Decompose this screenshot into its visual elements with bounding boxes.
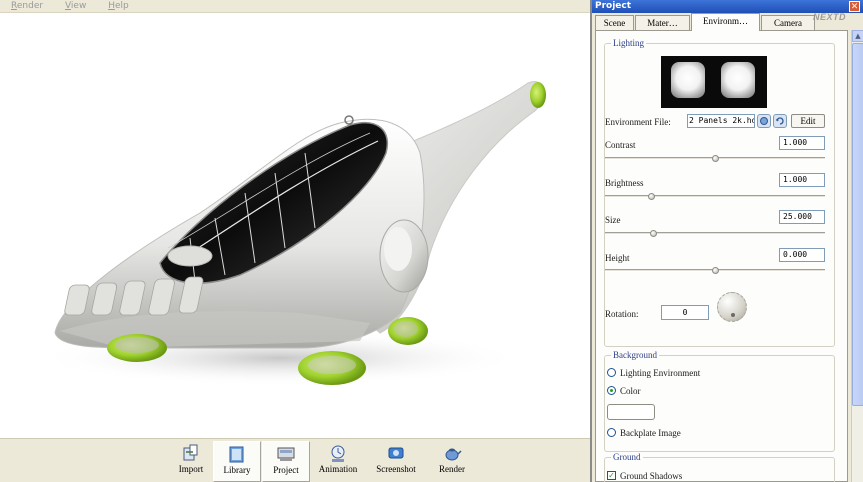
height-slider-knob[interactable] bbox=[712, 267, 719, 274]
lighting-environment-label: Lighting Environment bbox=[620, 368, 701, 378]
edit-environment-button[interactable]: Edit bbox=[791, 114, 825, 128]
tab-materials[interactable]: Mater… bbox=[635, 15, 690, 30]
light-panel-left bbox=[671, 62, 705, 98]
animation-icon bbox=[331, 445, 345, 462]
ground-shadows-checkbox[interactable]: ✓ bbox=[607, 471, 616, 480]
reload-environment-button[interactable] bbox=[773, 114, 787, 128]
size-slider-knob[interactable] bbox=[650, 230, 658, 237]
project-button[interactable]: Project bbox=[262, 441, 310, 482]
library-button[interactable]: Library bbox=[213, 441, 261, 482]
environment-preview bbox=[661, 56, 767, 108]
color-label: Color bbox=[620, 386, 641, 396]
tab-scene-label: Scene bbox=[603, 18, 626, 28]
environment-file-value: 2 Panels 2k.hdr bbox=[689, 116, 755, 125]
animation-button[interactable]: Animation bbox=[314, 441, 362, 482]
import-label: Import bbox=[178, 464, 204, 474]
height-label: Height bbox=[605, 253, 630, 263]
rotation-dial-marker bbox=[731, 313, 735, 317]
background-color-swatch[interactable] bbox=[607, 404, 655, 420]
import-button[interactable]: Import bbox=[167, 441, 215, 482]
contrast-label: Contrast bbox=[605, 140, 636, 150]
watermark-text: NEXTD bbox=[813, 12, 847, 22]
rotation-dial[interactable] bbox=[717, 292, 747, 322]
environment-file-label: Environment File: bbox=[605, 117, 671, 127]
bottom-toolbar: Import Library Project Animation Screens… bbox=[0, 438, 590, 482]
library-icon bbox=[229, 446, 244, 463]
teapot-icon bbox=[445, 448, 462, 461]
rotation-label: Rotation: bbox=[605, 309, 639, 319]
ground-group: Ground ✓ Ground Shadows bbox=[604, 452, 835, 482]
background-group-title: Background bbox=[611, 350, 659, 360]
size-value: 25.000 bbox=[783, 212, 812, 221]
tab-scene[interactable]: Scene bbox=[595, 15, 634, 30]
panel-scrollbar[interactable]: ▲ bbox=[851, 30, 863, 482]
render-label: Render bbox=[439, 464, 465, 474]
screenshot-icon bbox=[388, 447, 404, 459]
environment-file-field[interactable]: 2 Panels 2k.hdr bbox=[687, 114, 755, 128]
lighting-group: Lighting Environment File: 2 Panels 2k.h… bbox=[604, 38, 835, 347]
scroll-thumb[interactable] bbox=[852, 43, 863, 406]
panel-tabs: Scene Mater… Environm… Camera NEXTD bbox=[595, 12, 855, 31]
panel-title: Project bbox=[595, 1, 632, 11]
brightness-slider-knob[interactable] bbox=[648, 193, 656, 200]
contrast-slider[interactable] bbox=[605, 155, 825, 162]
tab-camera[interactable]: Camera bbox=[761, 15, 815, 30]
radio-lighting-environment[interactable] bbox=[607, 368, 616, 377]
watermark-logo: NEXTD bbox=[813, 12, 863, 30]
height-value: 0.000 bbox=[783, 250, 808, 259]
screenshot-button[interactable]: Screenshot bbox=[372, 441, 420, 482]
contrast-slider-knob[interactable] bbox=[712, 155, 719, 162]
rotation-value: 0 bbox=[682, 308, 688, 317]
brightness-value: 1.000 bbox=[783, 175, 808, 184]
rendered-vehicle-image bbox=[35, 81, 546, 386]
brightness-input[interactable]: 1.000 bbox=[779, 173, 825, 187]
size-input[interactable]: 25.000 bbox=[779, 210, 825, 224]
lighting-group-title: Lighting bbox=[611, 38, 646, 48]
environment-tab-body: Lighting Environment File: 2 Panels 2k.h… bbox=[595, 30, 848, 482]
project-panel: Project ✕ Scene Mater… Environm… Camera … bbox=[590, 0, 863, 482]
size-slider[interactable] bbox=[605, 230, 825, 237]
close-button[interactable]: ✕ bbox=[849, 1, 860, 12]
menu-bar: Render View Help bbox=[0, 0, 590, 13]
height-slider[interactable] bbox=[605, 267, 825, 274]
project-label: Project bbox=[273, 465, 299, 475]
edit-button-label: Edit bbox=[800, 116, 816, 126]
contrast-value: 1.000 bbox=[783, 138, 808, 147]
radio-backplate-image[interactable] bbox=[607, 428, 616, 437]
render-viewport[interactable] bbox=[0, 13, 590, 440]
ground-shadows-label: Ground Shadows bbox=[620, 471, 683, 481]
contrast-input[interactable]: 1.000 bbox=[779, 136, 825, 150]
menu-view[interactable]: View bbox=[65, 0, 86, 11]
brightness-slider[interactable] bbox=[605, 193, 825, 200]
brightness-label: Brightness bbox=[605, 178, 644, 188]
backplate-image-label: Backplate Image bbox=[620, 428, 681, 438]
rotation-input[interactable]: 0 bbox=[661, 305, 709, 320]
browse-environment-button[interactable] bbox=[757, 114, 771, 128]
scroll-up-button[interactable]: ▲ bbox=[852, 30, 863, 42]
library-label: Library bbox=[223, 465, 251, 475]
menu-render[interactable]: Render bbox=[11, 0, 43, 11]
tab-camera-label: Camera bbox=[774, 18, 802, 28]
tab-environment[interactable]: Environm… bbox=[691, 13, 760, 31]
tab-materials-label: Mater… bbox=[647, 18, 678, 28]
radio-color[interactable] bbox=[607, 386, 616, 395]
background-group: Background Lighting Environment Color Ba… bbox=[604, 350, 835, 452]
height-input[interactable]: 0.000 bbox=[779, 248, 825, 262]
browse-icon bbox=[760, 117, 768, 125]
animation-label: Animation bbox=[318, 464, 358, 474]
tab-environment-label: Environm… bbox=[703, 16, 748, 26]
ground-group-title: Ground bbox=[611, 452, 643, 462]
reload-icon bbox=[776, 117, 784, 125]
menu-help[interactable]: Help bbox=[108, 0, 129, 11]
project-icon bbox=[277, 447, 295, 461]
close-icon: ✕ bbox=[850, 2, 859, 12]
size-label: Size bbox=[605, 215, 621, 225]
light-panel-right bbox=[721, 62, 755, 98]
screenshot-label: Screenshot bbox=[376, 464, 416, 474]
import-icon bbox=[183, 444, 198, 461]
render-button[interactable]: Render bbox=[428, 441, 476, 482]
